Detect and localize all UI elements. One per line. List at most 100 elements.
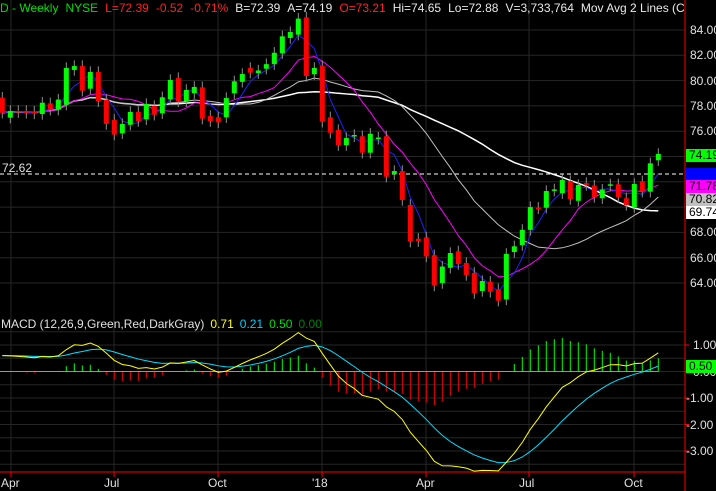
zero-value: 0.00 — [298, 317, 322, 331]
candle-up — [647, 163, 653, 192]
candle-down — [335, 129, 341, 146]
price-box: 69.74 — [686, 206, 716, 219]
candle-up — [167, 79, 173, 100]
time-tick-label: '18 — [312, 476, 328, 490]
candle-down — [111, 119, 117, 135]
time-tick-label: Jul — [104, 476, 120, 490]
candle-down — [31, 111, 37, 114]
macd-tick-label: -2.00 — [686, 417, 714, 432]
candle-up — [559, 180, 565, 194]
candle-up — [367, 133, 373, 153]
signal-value: 0.21 — [239, 317, 264, 331]
candle-down — [431, 255, 437, 286]
candle-down — [383, 136, 389, 177]
macd-legend: MACD (12,26,9,Green,Red,DarkGray) 0.71 0.2… — [1, 317, 328, 331]
candle-up — [351, 134, 357, 137]
macd-value: 0.71 — [210, 317, 234, 331]
candle-down — [303, 17, 309, 77]
candle-up — [159, 97, 165, 114]
macd-signal-line — [2, 344, 659, 464]
candle-down — [615, 184, 621, 197]
candle-down — [215, 117, 221, 123]
price-tick-label: 66.00 — [690, 250, 716, 265]
price-tick-label: 84.00 — [690, 23, 716, 37]
open-price: O=73.21 — [339, 1, 386, 15]
candle-up — [447, 253, 453, 268]
candle-down — [247, 67, 253, 73]
candle-down — [407, 204, 413, 242]
pct-change: -0.71% — [190, 1, 229, 15]
candle-up — [183, 89, 189, 102]
candle-down — [471, 272, 477, 294]
candle-down — [415, 238, 421, 242]
candle-up — [343, 138, 349, 146]
candle-up — [519, 229, 525, 246]
candle-down — [103, 99, 109, 124]
candle-up — [191, 86, 197, 94]
candle-down — [47, 103, 53, 110]
candle-up — [631, 183, 637, 208]
candle-up — [119, 123, 125, 134]
time-tick-label: Apr — [1, 476, 20, 490]
candle-down — [359, 136, 365, 153]
time-tick-label: Oct — [624, 476, 643, 490]
candle-down — [207, 116, 213, 122]
candle-up — [311, 67, 317, 75]
macd-tick-label: 1.00 — [693, 338, 716, 352]
candle-down — [175, 78, 181, 102]
candle-down — [583, 183, 589, 185]
ma-20-line — [2, 77, 659, 250]
candle-down — [23, 110, 29, 113]
chart-header: D - Weekly NYSE L=72.39 -0.52 -0.71% B=72.39 A… — [0, 1, 684, 15]
candle-down — [423, 237, 429, 257]
reference-line-label: 72.62 — [2, 161, 33, 175]
candle-up — [63, 67, 69, 105]
macd-label: MACD (12,26,9,Green,Red,DarkGray) — [1, 317, 205, 331]
candle-down — [463, 263, 469, 276]
candle-down — [399, 171, 405, 201]
candle-down — [487, 281, 493, 292]
candle-up — [271, 52, 277, 65]
candle-up — [599, 189, 605, 199]
high-price: Hi=74.65 — [392, 1, 442, 15]
candle-down — [327, 117, 333, 133]
candle-up — [527, 207, 533, 230]
candle-up — [479, 280, 485, 291]
candle-up — [87, 71, 93, 89]
time-tick-label: Jul — [519, 476, 535, 490]
time-tick-label: Apr — [416, 476, 435, 490]
candle-up — [239, 74, 245, 82]
candle-down — [95, 71, 101, 102]
candle-down — [135, 111, 141, 122]
candle-down — [319, 66, 325, 122]
candle-up — [391, 171, 397, 175]
price-box: 70.82 — [686, 193, 716, 206]
symbol-label: D - Weekly — [0, 1, 59, 15]
exchange-label: NYSE — [65, 1, 99, 15]
candle-down — [567, 181, 573, 200]
price-tick-label: 78.00 — [690, 98, 716, 113]
candle-up — [71, 66, 77, 70]
chart-canvas[interactable] — [0, 0, 716, 491]
candle-down — [151, 106, 157, 115]
candle-up — [511, 246, 517, 253]
candle-up — [279, 36, 285, 54]
study-label: Mov Avg 2 Lines (Close,20,40,0 ... — [580, 1, 684, 15]
candle-up — [375, 137, 381, 140]
price-tick-label: 64.00 — [690, 276, 716, 290]
price-tick-label: 82.00 — [690, 48, 716, 63]
net-change: -0.52 — [155, 1, 184, 15]
price-tick-label: 68.00 — [690, 225, 716, 240]
candle-up — [551, 189, 557, 191]
price-tick-label: 80.00 — [690, 73, 716, 88]
candle-up — [39, 102, 45, 114]
candle-up — [263, 64, 269, 69]
price-box: 71.78 — [686, 180, 716, 193]
macd-line — [2, 331, 659, 472]
candle-down — [639, 181, 645, 192]
candle-up — [231, 81, 237, 94]
candle-up — [543, 191, 549, 208]
candle-up — [7, 110, 13, 118]
candle-down — [623, 198, 629, 205]
last-price: L=72.39 — [105, 1, 149, 15]
